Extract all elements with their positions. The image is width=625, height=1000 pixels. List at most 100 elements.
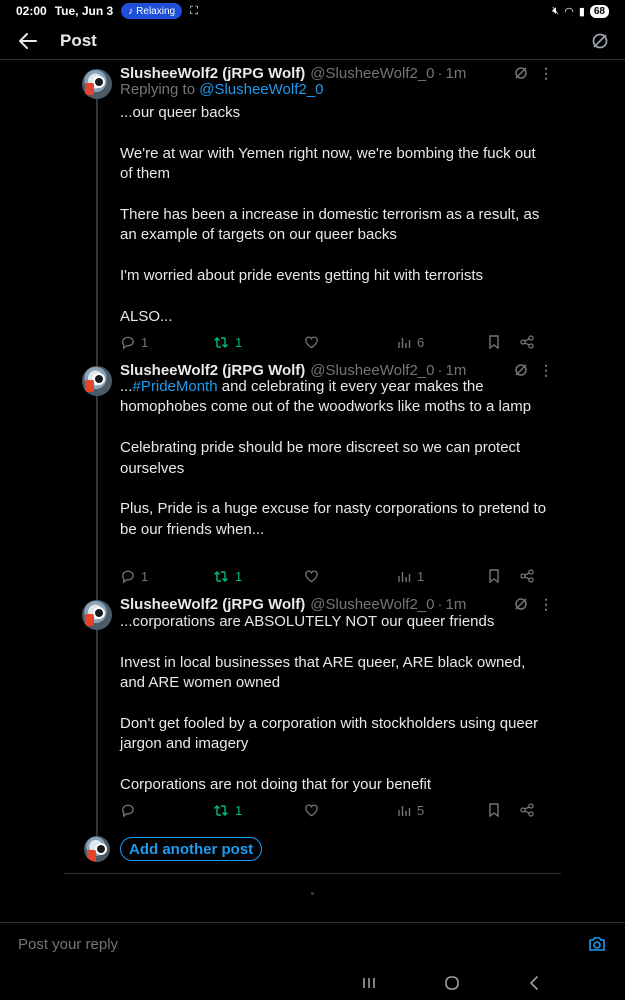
reply-count: 1 <box>141 568 149 584</box>
recent-apps-icon[interactable] <box>357 972 381 994</box>
post-paragraph: ...our queer backs <box>120 104 241 121</box>
home-icon[interactable] <box>440 972 464 994</box>
bookmark-icon <box>489 569 499 583</box>
repost-button[interactable]: 1 <box>213 567 242 585</box>
views-icon <box>398 338 411 348</box>
more-options-icon[interactable]: ⋮ <box>538 64 554 82</box>
post-paragraph: ...corporations are ABSOLUTELY NOT our q… <box>120 613 495 630</box>
post-paragraph: We're at war with Yemen right now, we're… <box>120 144 536 183</box>
separator-dot: · <box>437 361 443 379</box>
reply-count: 1 <box>141 334 149 350</box>
screenshot-icon: ⛶ <box>190 4 198 17</box>
post-time: 1m <box>445 361 467 379</box>
reply-input[interactable]: Post your reply <box>18 936 118 953</box>
heart-icon <box>305 804 318 817</box>
post-paragraph: I'm worried about pride events getting h… <box>120 267 484 285</box>
share-icon <box>520 803 534 817</box>
page-title: Post <box>60 30 97 50</box>
like-button[interactable] <box>304 333 325 351</box>
repost-button[interactable]: 1 <box>213 801 242 819</box>
repost-button[interactable]: 1 <box>213 333 242 351</box>
author-name[interactable]: SlusheeWolf2 (jRPG Wolf) <box>120 596 305 613</box>
bookmark-icon <box>489 335 499 349</box>
share-button[interactable] <box>520 567 534 585</box>
reply-bar: Post your reply <box>0 922 625 966</box>
reply-button[interactable] <box>120 801 141 819</box>
views-icon <box>398 806 411 816</box>
like-button[interactable] <box>304 567 325 585</box>
separator-dot: · <box>437 595 443 613</box>
views-button[interactable]: 5 <box>397 801 424 819</box>
views-icon <box>398 572 411 582</box>
status-bar: 02:00 Tue, Jun 3 ♪ Relaxing ⛶ 🔇︎ ◠ ▮ 68 <box>0 0 625 22</box>
views-button[interactable]: 6 <box>397 333 424 351</box>
views-button[interactable]: 1 <box>397 567 424 585</box>
avatar[interactable] <box>84 836 110 862</box>
replying-to-handle[interactable]: @SlusheeWolf2_0 <box>199 81 323 98</box>
post-actions: 1 5 <box>120 801 540 819</box>
heart-icon <box>305 336 318 349</box>
camera-icon[interactable] <box>587 934 607 954</box>
media-label: Relaxing <box>136 5 176 17</box>
post-paragraph: Celebrating pride should be more discree… <box>120 439 521 477</box>
bookmark-button[interactable] <box>488 567 500 585</box>
wifi-icon: ◠ <box>564 5 574 18</box>
hashtag-link[interactable]: #PrideMonth <box>133 378 218 395</box>
heart-icon <box>305 570 318 583</box>
lead-ellipsis: ... <box>120 378 133 395</box>
bookmark-button[interactable] <box>488 801 500 819</box>
grok-icon[interactable] <box>589 30 611 52</box>
post-time: 1m <box>445 64 467 82</box>
author-handle[interactable]: @SlusheeWolf2_0 <box>310 596 434 613</box>
repost-icon <box>214 804 228 816</box>
post-actions: 1 1 6 <box>120 333 540 351</box>
system-nav-bar <box>0 966 625 1000</box>
share-button[interactable] <box>520 801 534 819</box>
bookmark-button[interactable] <box>488 333 500 351</box>
view-count: 5 <box>417 802 425 818</box>
post-header: Post <box>0 22 625 60</box>
author-name[interactable]: SlusheeWolf2 (jRPG Wolf) <box>120 65 305 82</box>
post-paragraph: Plus, Pride is a huge excuse for nasty c… <box>120 500 547 538</box>
add-another-post-button[interactable]: Add another post <box>120 837 263 861</box>
author-handle[interactable]: @SlusheeWolf2_0 <box>310 65 434 82</box>
replying-prefix: Replying to <box>120 81 196 98</box>
post-text: ...#PrideMonth and celebrating it every … <box>120 377 550 540</box>
status-date: Tue, Jun 3 <box>54 4 114 18</box>
avatar[interactable] <box>82 600 112 630</box>
reply-icon <box>122 804 134 818</box>
loading-indicator <box>311 892 314 895</box>
avatar[interactable] <box>82 366 112 396</box>
post-time: 1m <box>445 595 467 613</box>
grok-icon[interactable] <box>512 595 530 613</box>
post-text: ...corporations are ABSOLUTELY NOT our q… <box>120 612 550 796</box>
bookmark-icon <box>489 803 499 817</box>
more-options-icon[interactable]: ⋮ <box>538 595 554 613</box>
like-button[interactable] <box>304 801 325 819</box>
replying-to: Replying to @SlusheeWolf2_0 <box>120 81 323 98</box>
repost-count: 1 <box>235 802 243 818</box>
post-paragraph: Don't get fooled by a corporation with s… <box>120 715 539 753</box>
share-icon <box>520 569 534 583</box>
post-text: ...our queer backs We're at war with Yem… <box>120 103 550 327</box>
author-handle[interactable]: @SlusheeWolf2_0 <box>310 362 434 379</box>
reply-icon <box>122 336 134 350</box>
reply-icon <box>122 570 134 584</box>
avatar[interactable] <box>82 69 112 99</box>
media-status-pill[interactable]: ♪ Relaxing <box>121 3 183 19</box>
battery-indicator: 68 <box>589 4 609 18</box>
reply-button[interactable]: 1 <box>120 333 148 351</box>
thread-line <box>96 98 98 838</box>
share-button[interactable] <box>520 333 534 351</box>
separator-dot: · <box>437 64 443 82</box>
grok-icon[interactable] <box>512 64 530 82</box>
back-arrow-icon[interactable] <box>8 22 48 60</box>
post-paragraph: There has been a increase in domestic te… <box>120 206 540 244</box>
back-icon[interactable] <box>522 972 546 994</box>
repost-icon <box>214 336 228 348</box>
repost-icon <box>214 570 228 582</box>
reply-button[interactable]: 1 <box>120 567 148 585</box>
author-name[interactable]: SlusheeWolf2 (jRPG Wolf) <box>120 362 305 379</box>
status-time: 02:00 <box>16 4 47 18</box>
post-paragraph: ALSO... <box>120 308 173 325</box>
